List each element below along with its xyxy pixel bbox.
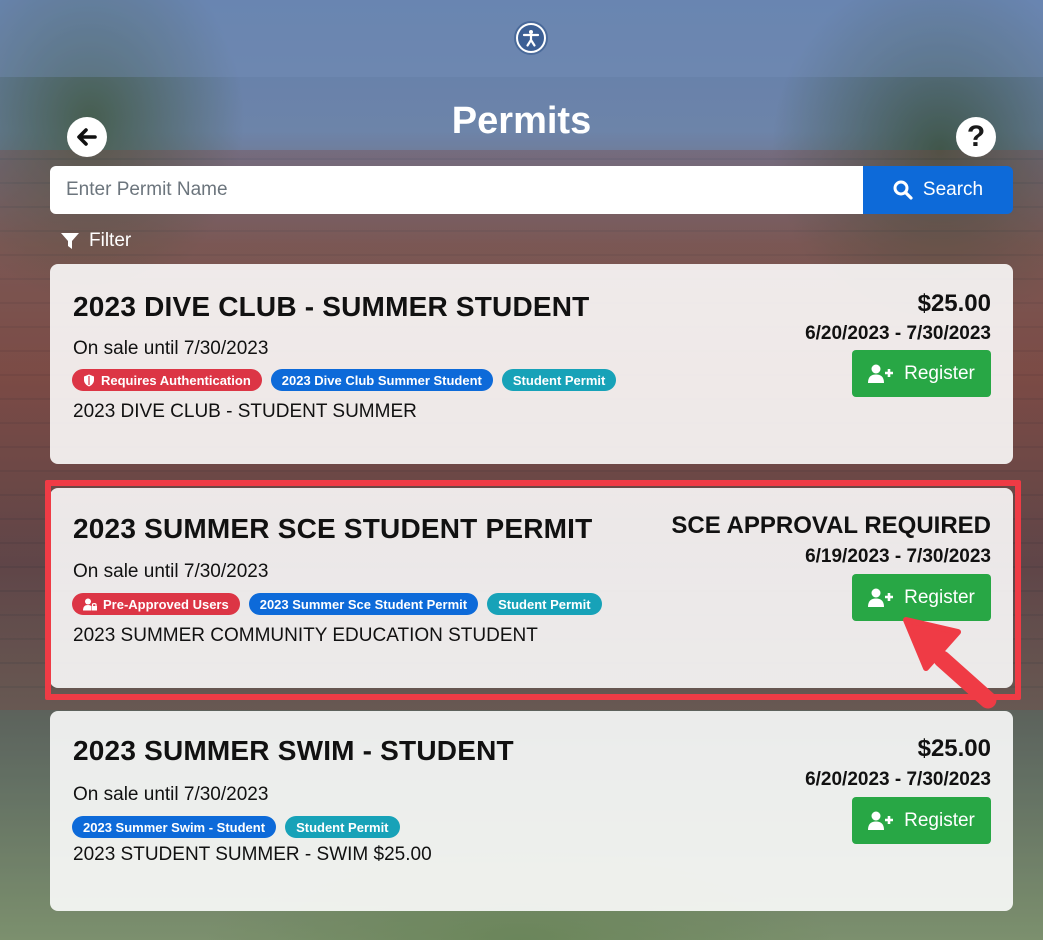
permit-price: $25.00 [917, 735, 991, 762]
register-button-label: Register [904, 809, 975, 831]
permit-sale-date: On sale until 7/30/2023 [73, 784, 269, 805]
search-input[interactable] [50, 166, 864, 214]
permit-tags: Requires Authentication 2023 Dive Club S… [72, 369, 617, 391]
filter-icon [61, 233, 79, 249]
help-button[interactable]: ? [956, 117, 996, 157]
accessibility-icon [518, 25, 544, 51]
question-icon: ? [966, 120, 986, 153]
register-button[interactable]: Register [852, 350, 991, 397]
search-button-label: Search [922, 179, 984, 200]
register-button[interactable]: Register [852, 797, 991, 844]
accessibility-button[interactable] [514, 21, 548, 55]
user-plus-icon [868, 811, 894, 830]
user-plus-icon [868, 364, 894, 383]
permit-card: 2023 SUMMER SWIM - STUDENT On sale until… [50, 711, 1013, 911]
permit-tag: 2023 Dive Club Summer Student [270, 369, 493, 391]
permit-sale-date: On sale until 7/30/2023 [73, 338, 269, 359]
annotation-highlight-box [45, 480, 1021, 700]
filter-toggle[interactable]: Filter [60, 228, 131, 254]
page-title: Permits [451, 100, 592, 142]
permit-price: $25.00 [917, 290, 991, 317]
permit-tags: 2023 Summer Swim - Student Student Permi… [72, 816, 400, 838]
arrow-left-icon [77, 128, 97, 146]
permit-title: 2023 DIVE CLUB - SUMMER STUDENT [73, 291, 590, 322]
permit-title: 2023 SUMMER SWIM - STUDENT [73, 735, 514, 766]
search-icon [893, 180, 913, 200]
search-button[interactable]: Search [863, 166, 1013, 214]
permit-tag: 2023 Summer Swim - Student [72, 816, 277, 838]
back-button[interactable] [67, 117, 107, 157]
permit-card: 2023 DIVE CLUB - SUMMER STUDENT On sale … [50, 264, 1013, 464]
permit-tag: Student Permit [501, 369, 617, 391]
permit-description: 2023 DIVE CLUB - STUDENT SUMMER [73, 401, 417, 422]
permit-dates: 6/20/2023 - 7/30/2023 [805, 769, 991, 790]
permit-description: 2023 STUDENT SUMMER - SWIM $25.00 [73, 844, 432, 865]
register-button-label: Register [904, 362, 975, 384]
permit-dates: 6/20/2023 - 7/30/2023 [805, 323, 991, 344]
permit-tag: Requires Authentication [72, 369, 262, 391]
shield-icon [84, 374, 94, 386]
filter-label: Filter [89, 230, 132, 251]
permit-tag: Student Permit [285, 816, 400, 838]
